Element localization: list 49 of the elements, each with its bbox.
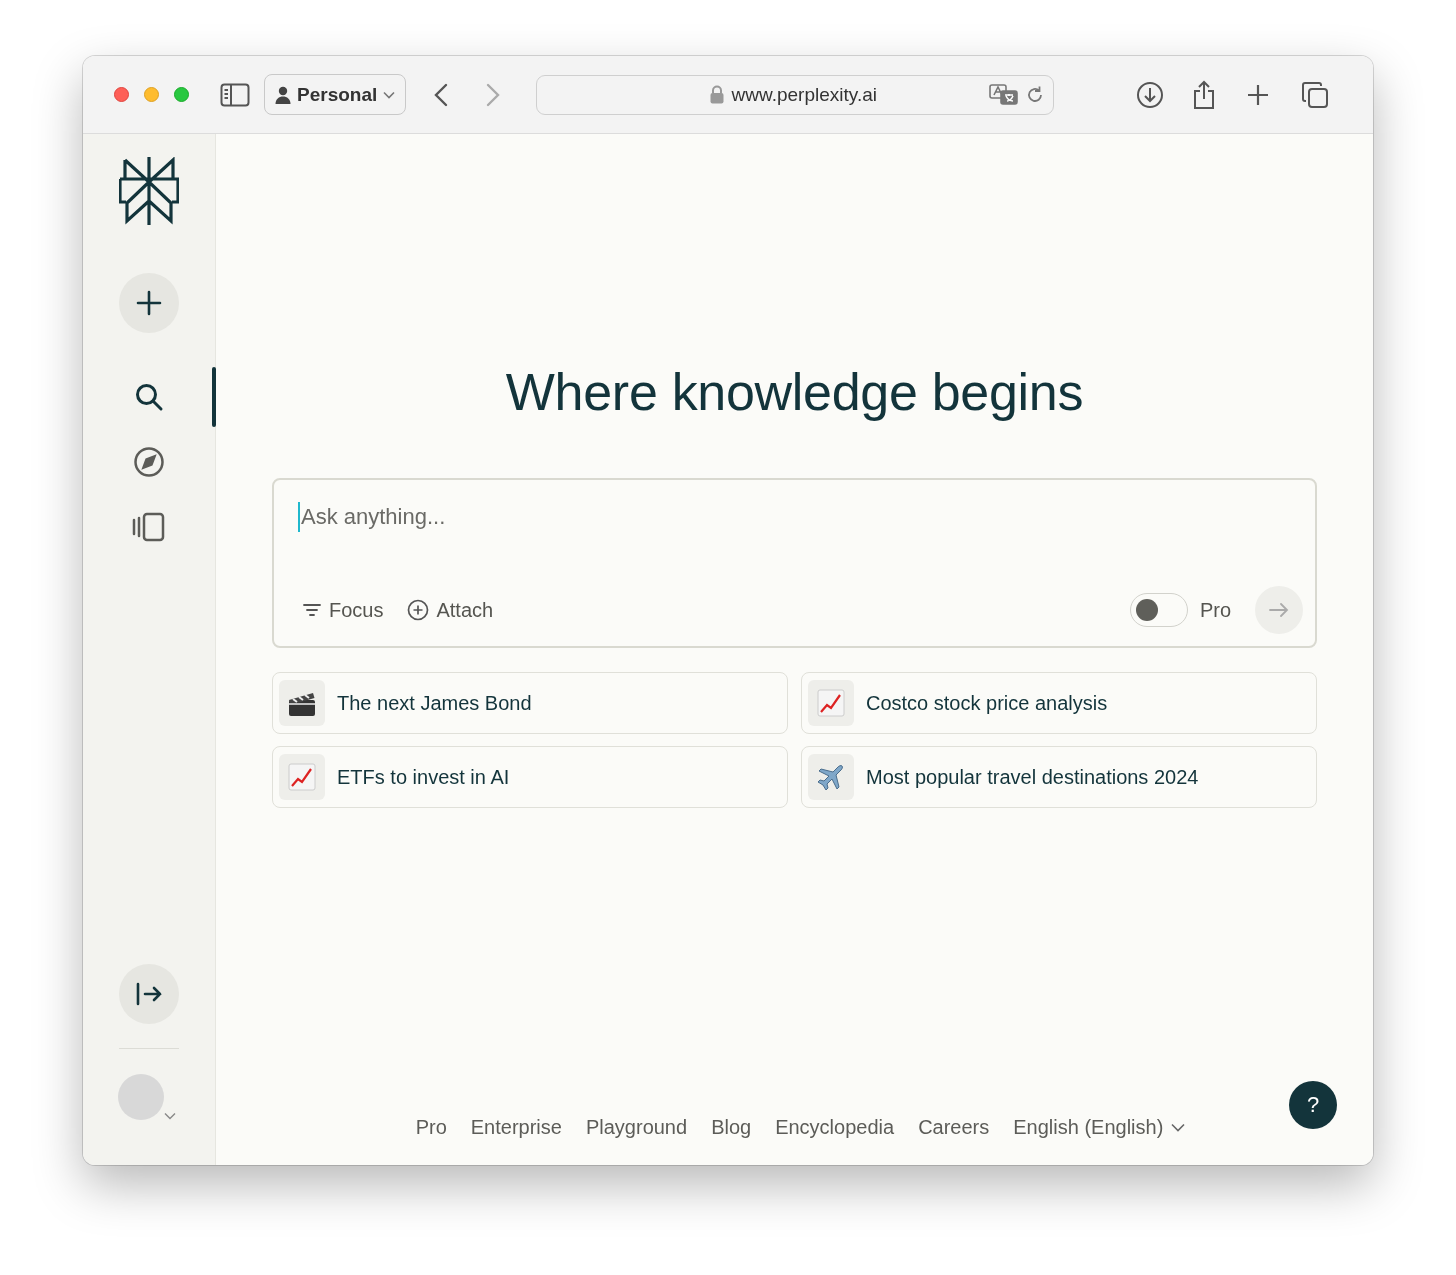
tabs-overview-icon[interactable]: [1302, 81, 1329, 108]
filter-icon: [302, 602, 322, 618]
plus-icon: [136, 290, 162, 316]
suggestion-card[interactable]: Most popular travel destinations 2024: [801, 746, 1317, 808]
attach-button[interactable]: Attach: [403, 594, 498, 626]
ask-input-field[interactable]: Ask anything...: [298, 502, 701, 532]
footer-link[interactable]: Encyclopedia: [775, 1116, 895, 1139]
chevron-down-icon: [1171, 1123, 1186, 1132]
download-icon[interactable]: [1136, 80, 1165, 109]
person-icon: [275, 85, 291, 104]
footer-link[interactable]: Blog: [711, 1116, 752, 1139]
translate-icon[interactable]: [989, 83, 1020, 106]
suggestion-card[interactable]: ETFs to invest in AI: [272, 746, 788, 808]
footer-link[interactable]: Careers: [918, 1116, 990, 1139]
back-button[interactable]: [434, 82, 449, 107]
address-bar[interactable]: www.perplexity.ai: [536, 74, 1055, 115]
library-icon: [132, 511, 166, 542]
lock-icon: [709, 85, 724, 104]
active-indicator: [211, 367, 216, 427]
arrow-right-icon: [1269, 602, 1289, 618]
plus-icon[interactable]: [1247, 83, 1270, 106]
pro-label: Pro: [1199, 598, 1231, 622]
chevron-down-icon: [383, 90, 396, 99]
chart-increasing-icon: [287, 762, 317, 792]
footer-link[interactable]: Enterprise: [470, 1116, 562, 1139]
sidebar-toggle-icon[interactable]: [220, 82, 250, 107]
footer-link[interactable]: Pro: [415, 1116, 447, 1139]
chevron-down-icon[interactable]: [164, 1112, 176, 1120]
share-icon[interactable]: [1192, 79, 1217, 110]
suggestion-card[interactable]: The next James Bond: [272, 672, 788, 734]
profile-button[interactable]: Personal: [264, 74, 407, 115]
ask-box[interactable]: Ask anything... Focus Attach Pro: [272, 478, 1317, 648]
focus-button[interactable]: Focus: [298, 594, 388, 626]
arrow-right-to-bar-icon: [135, 982, 163, 1006]
close-window-button[interactable]: [114, 87, 129, 102]
url-text: www.perplexity.ai: [731, 83, 877, 106]
pro-toggle[interactable]: [1129, 593, 1188, 627]
search-icon: [134, 381, 164, 412]
chevron-right-icon: [486, 82, 501, 107]
language-selector[interactable]: English (English): [1013, 1116, 1186, 1139]
compass-icon: [133, 445, 165, 478]
help-button[interactable]: ?: [1289, 1081, 1337, 1129]
plus-circle-icon: [407, 599, 430, 621]
chart-increasing-icon: [816, 688, 846, 718]
logo-icon[interactable]: [119, 157, 179, 225]
chevron-left-icon: [434, 82, 449, 107]
suggestion-card[interactable]: Costco stock price analysis: [801, 672, 1317, 734]
footer-link[interactable]: Playground: [585, 1116, 688, 1139]
page-heading: Where knowledge begins: [505, 362, 1084, 422]
